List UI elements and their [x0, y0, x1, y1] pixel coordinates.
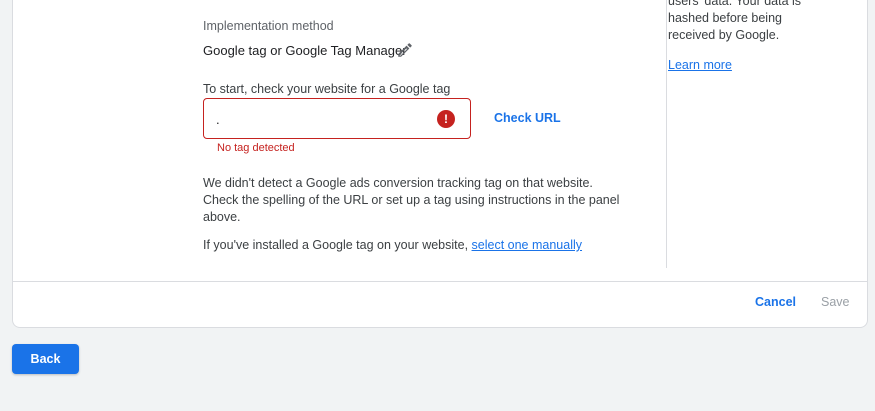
implementation-method-value: Google tag or Google Tag Manager	[203, 43, 407, 58]
select-manually-link[interactable]: select one manually	[472, 238, 582, 252]
cancel-button[interactable]: Cancel	[755, 295, 796, 309]
save-button[interactable]: Save	[821, 295, 850, 309]
check-website-prompt: To start, check your website for a Googl…	[203, 82, 451, 96]
panel-divider	[666, 0, 667, 268]
manual-select-prefix: If you've installed a Google tag on your…	[203, 238, 472, 252]
detection-message: We didn't detect a Google ads conversion…	[203, 175, 623, 226]
no-tag-error: No tag detected	[217, 142, 295, 154]
website-url-input[interactable]	[214, 108, 434, 130]
detection-message-line: above.	[203, 210, 241, 224]
detection-message-line: Check the spelling of the URL or set up …	[203, 193, 620, 207]
back-button[interactable]: Back	[12, 344, 79, 374]
manual-select-line: If you've installed a Google tag on your…	[203, 238, 582, 252]
error-icon: !	[437, 110, 455, 128]
pencil-icon[interactable]	[396, 41, 414, 59]
detection-message-line: We didn't detect a Google ads conversion…	[203, 176, 593, 190]
side-panel-line: hashed before being	[668, 11, 782, 25]
check-url-button[interactable]: Check URL	[494, 111, 561, 125]
learn-more-link[interactable]: Learn more	[668, 58, 732, 72]
side-panel-text: users' data. Your data is hashed before …	[668, 0, 858, 44]
conversion-setup-card: users' data. Your data is hashed before …	[12, 0, 868, 328]
side-panel-line: users' data. Your data is	[668, 0, 802, 8]
implementation-method-label: Implementation method	[203, 19, 334, 33]
website-url-field: !	[203, 98, 471, 139]
footer-divider	[13, 281, 867, 282]
side-panel-line: received by Google.	[668, 28, 780, 42]
